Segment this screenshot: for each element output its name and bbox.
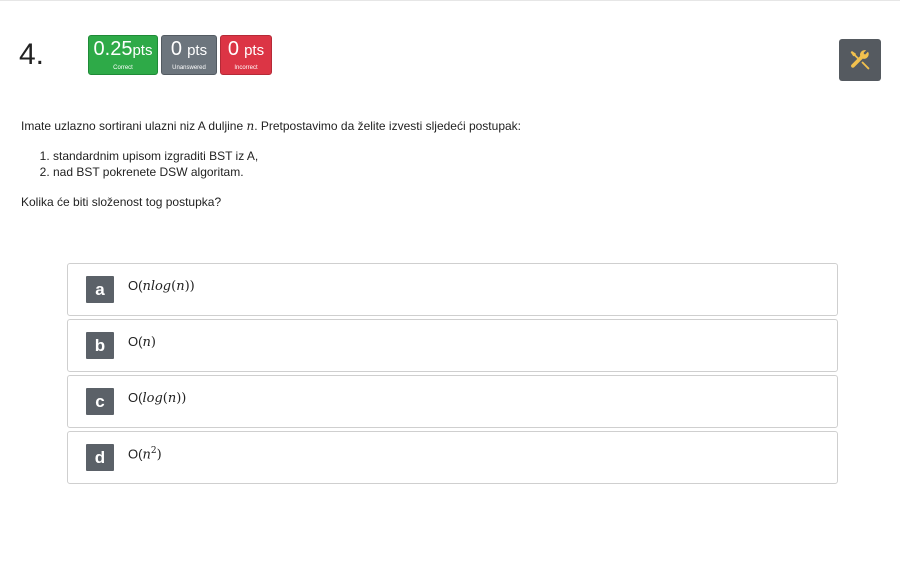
answer-paren-close: )) xyxy=(176,391,187,406)
unanswered-points-unit: pts xyxy=(187,41,208,59)
answer-letter: c xyxy=(86,388,114,415)
score-badges: 0.25pts Correct 0 pts Unanswered 0 pts I… xyxy=(88,35,272,75)
answer-paren-close: ) xyxy=(150,335,156,350)
answer-option-b[interactable]: b O(n) xyxy=(67,319,838,372)
answer-option-c[interactable]: c O(log(n)) xyxy=(67,375,838,428)
correct-points-badge: 0.25pts Correct xyxy=(88,35,158,75)
answer-option-a[interactable]: a O(nlog(n)) xyxy=(67,263,838,316)
answer-paren-close: ) xyxy=(156,447,162,463)
question-body: Imate uzlazno sortirani ulazni niz A dul… xyxy=(21,118,881,210)
answer-letter: d xyxy=(86,444,114,471)
question-prompt: Kolika će biti složenost tog postupka? xyxy=(21,195,222,209)
answer-expression: n xyxy=(142,447,151,463)
answer-prefix: O( xyxy=(128,446,143,462)
answer-expression: log xyxy=(142,391,163,406)
unanswered-points-badge: 0 pts Unanswered xyxy=(161,35,217,75)
correct-points-unit: pts xyxy=(132,41,153,59)
tools-icon xyxy=(850,50,870,70)
incorrect-points-value: 0 xyxy=(227,37,240,60)
correct-label: Correct xyxy=(113,64,133,71)
question-number: 4. xyxy=(19,38,45,71)
answer-text: O(n2) xyxy=(128,446,162,462)
question-intro-end: . Pretpostavimo da želite izvesti sljede… xyxy=(254,119,521,133)
answer-prefix: O( xyxy=(128,334,143,349)
answer-expression: n xyxy=(142,335,151,350)
tools-button[interactable] xyxy=(839,39,881,81)
answer-prefix: O( xyxy=(128,278,143,293)
question-intro: Imate uzlazno sortirani ulazni niz A dul… xyxy=(21,118,881,134)
correct-points-value: 0.25 xyxy=(93,37,133,60)
answer-letter: a xyxy=(86,276,114,303)
quiz-question-page: 4. 0.25pts Correct 0 pts Unanswered 0 pt… xyxy=(0,0,900,580)
answer-options: a O(nlog(n)) b O(n) c O(log(n)) d O(n2) xyxy=(67,263,838,487)
unanswered-label: Unanswered xyxy=(172,64,206,71)
answer-prefix: O( xyxy=(128,390,143,405)
answer-letter: b xyxy=(86,332,114,359)
incorrect-label: Incorrect xyxy=(234,64,258,71)
answer-option-d[interactable]: d O(n2) xyxy=(67,431,838,484)
answer-text: O(nlog(n)) xyxy=(128,278,195,294)
answer-text: O(n) xyxy=(128,334,156,350)
incorrect-points-unit: pts xyxy=(244,41,265,59)
procedure-step: standardnim upisom izgraditi BST iz A, xyxy=(53,148,881,164)
answer-text: O(log(n)) xyxy=(128,390,186,406)
procedure-step: nad BST pokrenete DSW algoritam. xyxy=(53,164,881,180)
answer-expression: nlog xyxy=(142,279,172,294)
answer-variable: n xyxy=(167,391,177,406)
unanswered-points-value: 0 xyxy=(170,37,183,60)
question-intro-start: Imate uzlazno sortirani ulazni niz A dul… xyxy=(21,119,247,133)
procedure-steps-list: standardnim upisom izgraditi BST iz A, n… xyxy=(21,148,881,180)
incorrect-points-badge: 0 pts Incorrect xyxy=(220,35,272,75)
answer-variable: n xyxy=(176,279,185,294)
answer-paren-close: )) xyxy=(184,279,195,294)
